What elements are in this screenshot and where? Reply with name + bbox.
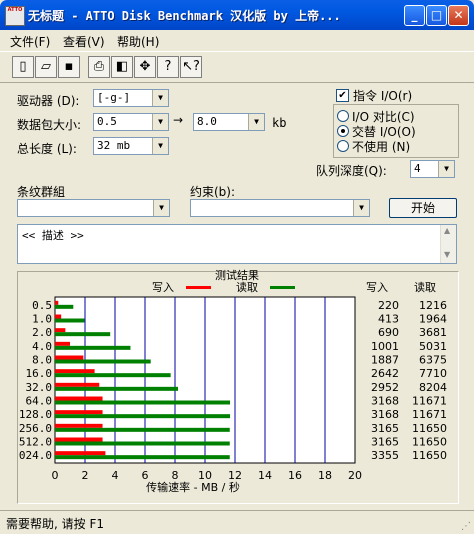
legend-read-label: 读取 — [236, 280, 258, 294]
bar-write — [55, 423, 103, 428]
table-read-value: 11650 — [412, 449, 447, 462]
bar-read — [55, 455, 230, 460]
bar-read — [55, 359, 151, 364]
bar-write — [55, 314, 62, 319]
category-label: 128.0 — [19, 408, 52, 421]
table-write-value: 1887 — [371, 354, 399, 367]
table-read-value: 1964 — [419, 313, 447, 326]
table-read-value: 1216 — [419, 299, 447, 312]
category-label: 2.0 — [32, 326, 52, 339]
category-label: 4.0 — [32, 340, 52, 353]
table-read-value: 11671 — [412, 408, 447, 421]
category-label: 64.0 — [26, 395, 53, 408]
table-write-value: 2952 — [371, 381, 399, 394]
table-write-value: 3168 — [371, 395, 399, 408]
bar-write — [55, 369, 95, 374]
bar-write — [55, 341, 70, 346]
category-label: 0.5 — [32, 299, 52, 312]
x-tick-label: 16 — [288, 469, 302, 482]
table-read-value: 11671 — [412, 395, 447, 408]
bar-read — [55, 427, 230, 432]
table-write-value: 690 — [378, 326, 399, 339]
table-read-value: 3681 — [419, 326, 447, 339]
category-label: 256.0 — [19, 422, 52, 435]
table-write-value: 220 — [378, 299, 399, 312]
x-tick-label: 4 — [112, 469, 119, 482]
bar-read — [55, 414, 231, 419]
bar-read — [55, 400, 231, 405]
table-write-value: 2642 — [371, 367, 399, 380]
x-tick-label: 18 — [318, 469, 332, 482]
table-read-value: 11650 — [412, 436, 447, 449]
category-label: 8.0 — [32, 354, 52, 367]
table-write-value: 3168 — [371, 408, 399, 421]
status-text: 需要帮助, 请按 F1 — [6, 517, 104, 531]
bar-write — [55, 300, 59, 305]
category-label: 16.0 — [26, 367, 53, 380]
bar-write — [55, 382, 100, 387]
x-tick-label: 14 — [258, 469, 272, 482]
table-write-value: 413 — [378, 313, 399, 326]
bar-write — [55, 410, 103, 415]
table-header-read: 读取 — [414, 280, 436, 294]
table-write-value: 3165 — [371, 436, 399, 449]
bar-write — [55, 437, 103, 442]
table-write-value: 3355 — [371, 449, 399, 462]
category-label: 32.0 — [26, 381, 53, 394]
bar-read — [55, 373, 171, 378]
bar-read — [55, 345, 131, 350]
x-tick-label: 20 — [348, 469, 362, 482]
table-header-write: 写入 — [366, 281, 388, 294]
table-read-value: 8204 — [419, 381, 447, 394]
bar-write — [55, 355, 84, 360]
bar-write — [55, 451, 106, 456]
table-read-value: 11650 — [412, 422, 447, 435]
resize-grip-icon[interactable]: ⋰ — [461, 521, 471, 532]
bar-read — [55, 304, 74, 309]
legend-read-swatch — [270, 286, 295, 289]
category-label: 512.0 — [19, 436, 52, 449]
results-chart: 测试结果写入 读取0 2 4 6 8 10 12 14 16 18 20传输速率 - MB / 秒0.… — [19, 269, 447, 494]
category-label: 024.0 — [19, 449, 52, 462]
table-write-value: 3165 — [371, 422, 399, 435]
category-label: 1.0 — [32, 313, 52, 326]
bar-read — [55, 318, 85, 323]
legend-write-label: 写入 — [152, 281, 174, 294]
legend-write-swatch — [186, 286, 211, 289]
table-read-value: 7710 — [419, 367, 447, 380]
x-tick-label: 2 — [82, 469, 89, 482]
bar-read — [55, 386, 178, 391]
table-write-value: 1001 — [371, 340, 399, 353]
status-bar: 需要帮助, 请按 F1 ⋰ — [0, 510, 474, 534]
table-read-value: 5031 — [419, 340, 447, 353]
x-tick-label: 0 — [52, 469, 59, 482]
bar-read — [55, 332, 111, 337]
x-axis-label: 传输速率 - MB / 秒 — [146, 480, 240, 494]
bar-write — [55, 328, 66, 333]
table-read-value: 6375 — [419, 354, 447, 367]
bar-write — [55, 396, 103, 401]
bar-read — [55, 441, 230, 446]
